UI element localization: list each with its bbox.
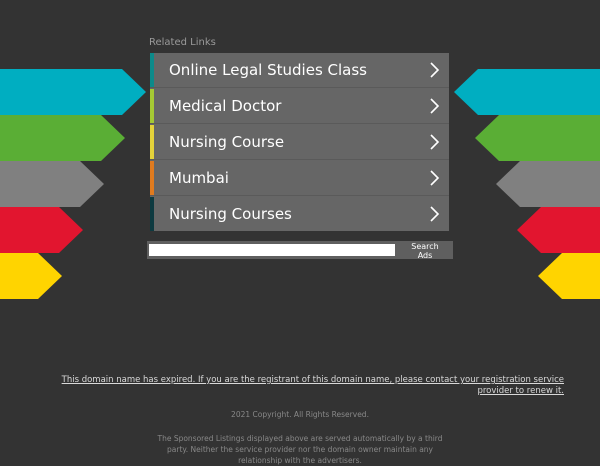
link-accent-bar bbox=[150, 53, 154, 87]
related-link-label: Online Legal Studies Class bbox=[169, 61, 367, 79]
link-accent-bar bbox=[150, 197, 154, 231]
related-link-label: Nursing Course bbox=[169, 133, 285, 151]
search-input[interactable] bbox=[149, 244, 395, 256]
search-ads-button[interactable]: Search Ads bbox=[397, 241, 453, 260]
decor-arrow-right-cyan bbox=[454, 69, 600, 115]
related-link-label: Nursing Courses bbox=[169, 205, 292, 223]
chevron-right-icon bbox=[430, 62, 440, 78]
decor-arrow-left-red bbox=[0, 207, 83, 253]
copyright-text: 2021 Copyright. All Rights Reserved. bbox=[231, 410, 369, 419]
decor-arrow-right-red bbox=[517, 207, 600, 253]
related-link-item[interactable]: Medical Doctor bbox=[150, 89, 449, 124]
chevron-right-icon bbox=[430, 206, 440, 222]
decor-arrow-right-green bbox=[475, 115, 600, 161]
related-links-list: Online Legal Studies Class Medical Docto… bbox=[150, 53, 449, 231]
link-accent-bar bbox=[150, 161, 154, 195]
decor-arrow-left-gray bbox=[0, 161, 104, 207]
chevron-right-icon bbox=[430, 98, 440, 114]
link-accent-bar bbox=[150, 125, 154, 159]
related-link-item[interactable]: Nursing Course bbox=[150, 125, 449, 160]
search-bar: Search Ads bbox=[147, 241, 453, 260]
related-link-item[interactable]: Online Legal Studies Class bbox=[150, 53, 449, 88]
decor-arrow-left-yellow bbox=[0, 253, 62, 299]
domain-expired-link[interactable]: This domain name has expired. If you are… bbox=[24, 375, 564, 397]
chevron-right-icon bbox=[430, 170, 440, 186]
related-link-item[interactable]: Nursing Courses bbox=[150, 197, 449, 231]
related-link-label: Medical Doctor bbox=[169, 97, 282, 115]
related-link-item[interactable]: Mumbai bbox=[150, 161, 449, 196]
related-link-label: Mumbai bbox=[169, 169, 229, 187]
link-accent-bar bbox=[150, 89, 154, 123]
decor-arrow-left-cyan bbox=[0, 69, 146, 115]
decor-arrow-right-gray bbox=[496, 161, 600, 207]
decor-arrow-right-yellow bbox=[538, 253, 600, 299]
decor-arrow-left-green bbox=[0, 115, 125, 161]
related-links-title: Related Links bbox=[149, 37, 216, 48]
chevron-right-icon bbox=[430, 134, 440, 150]
